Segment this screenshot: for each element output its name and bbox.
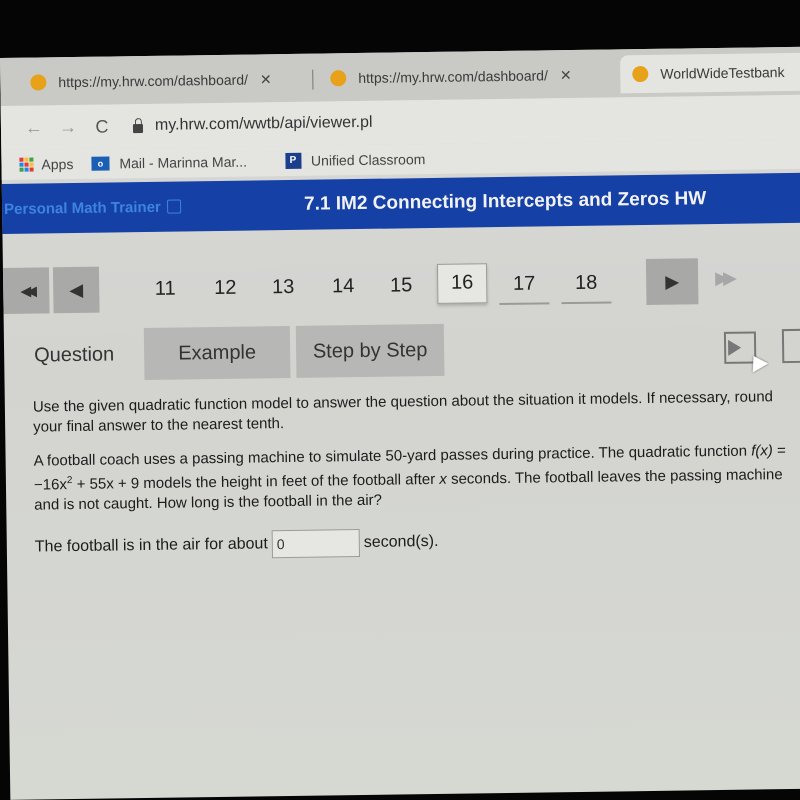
reload-icon[interactable]: C <box>85 116 119 137</box>
favicon-icon <box>330 70 347 87</box>
app-header: Personal Math Trainer 7.1 IM2 Connecting… <box>1 172 800 234</box>
address-bar[interactable]: my.hrw.com/wwtb/api/viewer.pl <box>132 113 373 135</box>
problem-text: A football coach uses a passing machine … <box>33 441 800 516</box>
lock-icon <box>132 123 144 133</box>
prev-page-button[interactable]: ◀ <box>52 266 100 314</box>
answer-row: The football is in the air for about sec… <box>35 523 800 562</box>
equation-part: + 55x + 9 <box>72 475 140 494</box>
bookmark-label: Mail - Marinna Mar... <box>119 153 248 172</box>
tab-question[interactable]: Question <box>14 328 135 382</box>
bookmark-apps[interactable]: Apps <box>19 155 74 173</box>
tab-title: WorldWideTestbank <box>660 64 785 82</box>
browser-tab-1[interactable]: https://my.hrw.com/dashboard/ ✕ <box>30 60 321 102</box>
tab-title: https://my.hrw.com/dashboard/ <box>58 71 249 91</box>
bookmark-unified-classroom[interactable]: P Unified Classroom <box>284 151 426 170</box>
question-pager: ◀◀ ◀ 11 12 13 14 15 16 17 18 ▶ ▶▶ <box>2 257 800 318</box>
assignment-title: 7.1 IM2 Connecting Intercepts and Zeros … <box>303 188 707 215</box>
bookmark-mail[interactable]: o Mail - Marinna Mar... <box>91 154 247 172</box>
next-page-button[interactable]: ▶ <box>645 258 699 305</box>
answer-input[interactable] <box>271 529 361 559</box>
first-page-button[interactable]: ◀◀ <box>2 267 50 314</box>
problem-part: models the height in feet of the footbal… <box>139 470 440 493</box>
browser-tab-2[interactable]: https://my.hrw.com/dashboard/ ✕ <box>330 55 621 97</box>
page-12[interactable]: 12 <box>203 273 247 310</box>
url-text: my.hrw.com/wwtb/api/viewer.pl <box>154 113 373 134</box>
forward-arrow-icon[interactable]: → <box>51 116 85 137</box>
answer-suffix: second(s). <box>363 532 439 551</box>
function-name: f(x) <box>751 442 773 460</box>
browser-tab-3-active[interactable]: WorldWideTestbank <box>620 52 800 94</box>
back-arrow-icon[interactable]: ← <box>17 117 51 138</box>
question-content: Use the given quadratic function model t… <box>33 387 800 562</box>
close-icon[interactable]: ✕ <box>560 67 572 84</box>
page-14[interactable]: 14 <box>321 271 365 308</box>
close-icon[interactable]: ✕ <box>260 71 272 88</box>
bookmark-label: Apps <box>41 155 74 173</box>
page-15[interactable]: 15 <box>379 270 423 307</box>
page-16-current[interactable]: 16 <box>436 263 488 304</box>
last-page-button[interactable]: ▶▶ <box>715 268 731 289</box>
instructions: Use the given quadratic function model t… <box>32 388 774 436</box>
tab-title: https://my.hrw.com/dashboard/ <box>358 67 549 86</box>
ebook-icon[interactable] <box>781 328 800 364</box>
tab-example[interactable]: Example <box>143 325 291 381</box>
brand-name: Personal Math Trainer <box>3 198 161 218</box>
question-tabs: Question Example Step by Step <box>4 319 800 382</box>
favicon-icon <box>632 65 649 83</box>
page-13[interactable]: 13 <box>261 272 305 309</box>
problem-part: A football coach uses a passing machine … <box>33 442 752 470</box>
answer-prefix: The football is in the air for about <box>34 535 268 556</box>
bookmark-label: Unified Classroom <box>310 151 426 169</box>
page-17[interactable]: 17 <box>498 268 550 306</box>
tab-step-by-step[interactable]: Step by Step <box>295 323 445 378</box>
apps-icon <box>19 157 34 172</box>
mail-icon: o <box>91 156 110 171</box>
unified-classroom-icon: P <box>284 152 302 170</box>
brand-link[interactable]: Personal Math Trainer <box>4 196 304 217</box>
page-11[interactable]: 11 <box>143 273 187 310</box>
browser-window: https://my.hrw.com/dashboard/ ✕ https://… <box>0 46 800 800</box>
play-triangle <box>727 339 741 356</box>
favicon-icon <box>30 74 47 91</box>
external-link-icon <box>166 199 181 214</box>
page-18[interactable]: 18 <box>560 267 612 305</box>
